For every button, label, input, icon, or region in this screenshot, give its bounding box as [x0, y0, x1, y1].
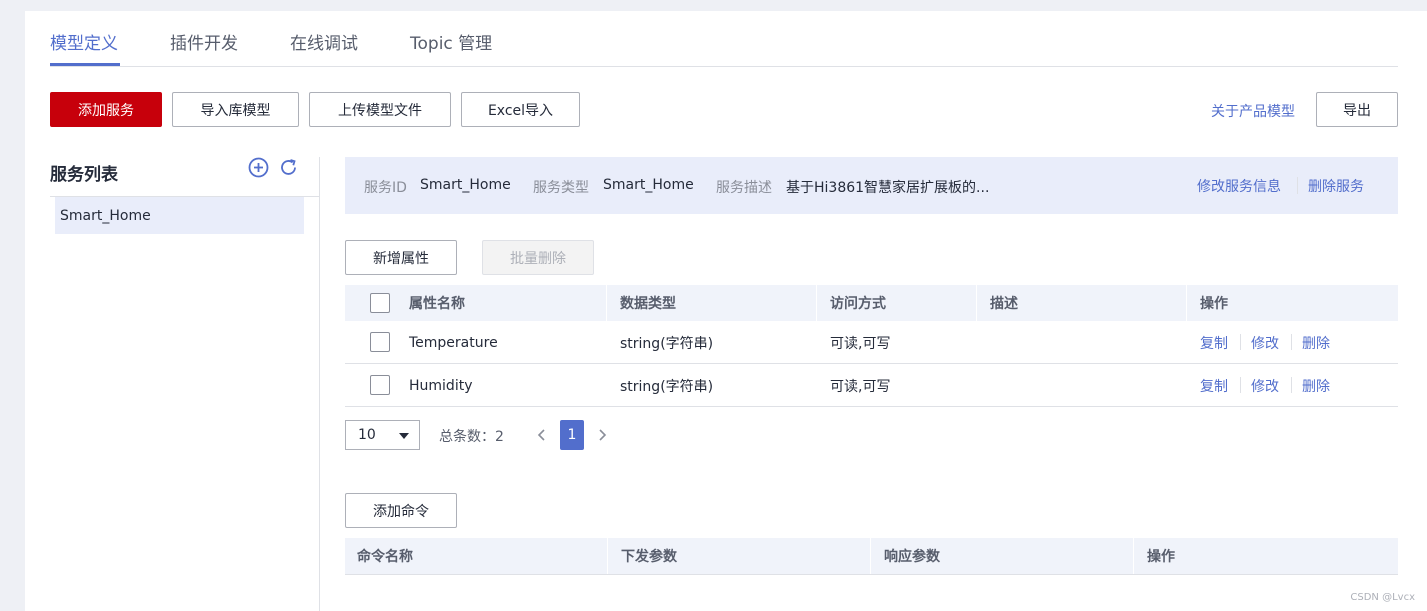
column-header-ops: 操作: [1200, 296, 1228, 312]
upload-model-file-button[interactable]: 上传模型文件: [309, 92, 451, 127]
sidebar-item-smart-home[interactable]: Smart_Home: [55, 197, 304, 234]
property-name: Humidity: [409, 377, 473, 394]
op-separator: [1240, 334, 1241, 350]
chevron-left-icon[interactable]: [534, 420, 550, 450]
column-header-response-params: 响应参数: [884, 549, 940, 565]
property-type: string(字符串): [620, 378, 714, 395]
row-checkbox[interactable]: [370, 332, 390, 352]
add-service-button[interactable]: 添加服务: [50, 92, 162, 127]
column-header-name: 属性名称: [409, 296, 465, 312]
service-type-label: 服务类型: [533, 180, 589, 196]
edit-service-info-link[interactable]: 修改服务信息: [1197, 176, 1281, 196]
export-button[interactable]: 导出: [1316, 92, 1398, 127]
service-list-title: 服务列表: [50, 165, 118, 185]
service-desc-label: 服务描述: [716, 180, 772, 196]
property-access: 可读,可写: [830, 335, 891, 352]
property-name: Temperature: [409, 334, 498, 351]
property-type: string(字符串): [620, 335, 714, 352]
column-separator: [816, 285, 817, 321]
plus-circle-icon[interactable]: [248, 157, 269, 182]
row-checkbox[interactable]: [370, 375, 390, 395]
table-row: Temperature string(字符串) 可读,可写 复制 修改 删除: [345, 321, 1398, 364]
service-info-bar: 服务ID Smart_Home 服务类型 Smart_Home 服务描述 基于H…: [345, 157, 1398, 214]
tab-topic-management[interactable]: Topic 管理: [410, 29, 492, 54]
watermark: CSDN @Lvcx: [1350, 592, 1415, 603]
column-header-access: 访问方式: [830, 296, 886, 312]
service-type-value: Smart_Home: [603, 177, 694, 193]
active-tab-indicator: [50, 63, 120, 66]
op-separator: [1291, 377, 1292, 393]
page-button-current[interactable]: 1: [560, 420, 584, 450]
column-separator: [1186, 285, 1187, 321]
caret-down-icon: [399, 433, 409, 439]
column-separator: [870, 538, 871, 574]
page-size-value: 10: [358, 427, 376, 443]
add-command-button[interactable]: 添加命令: [345, 493, 457, 528]
edit-link[interactable]: 修改: [1251, 321, 1279, 364]
delete-service-link[interactable]: 删除服务: [1308, 176, 1364, 196]
column-separator: [607, 538, 608, 574]
add-property-button[interactable]: 新增属性: [345, 240, 457, 275]
delete-link[interactable]: 删除: [1302, 321, 1330, 364]
property-access: 可读,可写: [830, 378, 891, 395]
tab-bar: 模型定义 插件开发 在线调试 Topic 管理: [50, 11, 1398, 67]
delete-link[interactable]: 删除: [1302, 364, 1330, 407]
property-table-header: 属性名称 数据类型 访问方式 描述 操作: [345, 285, 1398, 321]
op-separator: [1240, 377, 1241, 393]
column-separator: [976, 285, 977, 321]
chevron-right-icon[interactable]: [594, 420, 610, 450]
import-library-model-button[interactable]: 导入库模型: [172, 92, 299, 127]
column-header-desc: 描述: [990, 296, 1018, 312]
sidebar-divider: [319, 157, 320, 611]
column-header-send-params: 下发参数: [621, 549, 677, 565]
select-all-checkbox[interactable]: [370, 293, 390, 313]
service-id-value: Smart_Home: [420, 177, 511, 193]
column-header-command-ops: 操作: [1147, 549, 1175, 565]
about-product-model-link[interactable]: 关于产品模型: [1211, 101, 1295, 121]
column-header-command-name: 命令名称: [357, 549, 413, 565]
sidebar-item-label: Smart_Home: [60, 207, 151, 224]
tab-online-debug[interactable]: 在线调试: [290, 29, 358, 54]
link-separator: [1297, 177, 1298, 194]
copy-link[interactable]: 复制: [1200, 321, 1228, 364]
batch-delete-button[interactable]: 批量删除: [482, 240, 594, 275]
column-header-type: 数据类型: [620, 296, 676, 312]
excel-import-button[interactable]: Excel导入: [461, 92, 580, 127]
command-table-bottom-border: [345, 574, 1398, 575]
service-id-label: 服务ID: [364, 180, 407, 196]
main-card: 模型定义 插件开发 在线调试 Topic 管理 添加服务 导入库模型 上传模型文…: [25, 11, 1427, 611]
tab-plugin-development[interactable]: 插件开发: [170, 29, 238, 54]
table-row: Humidity string(字符串) 可读,可写 复制 修改 删除: [345, 364, 1398, 407]
total-count: 总条数：2: [439, 429, 504, 445]
tab-model-definition[interactable]: 模型定义: [50, 29, 118, 54]
service-desc-value: 基于Hi3861智慧家居扩展板的...: [786, 180, 990, 196]
refresh-icon[interactable]: [278, 157, 299, 182]
page-size-select[interactable]: 10: [345, 420, 420, 450]
op-separator: [1291, 334, 1292, 350]
column-separator: [606, 285, 607, 321]
column-separator: [1133, 538, 1134, 574]
copy-link[interactable]: 复制: [1200, 364, 1228, 407]
command-table-header: 命令名称 下发参数 响应参数 操作: [345, 538, 1398, 574]
edit-link[interactable]: 修改: [1251, 364, 1279, 407]
